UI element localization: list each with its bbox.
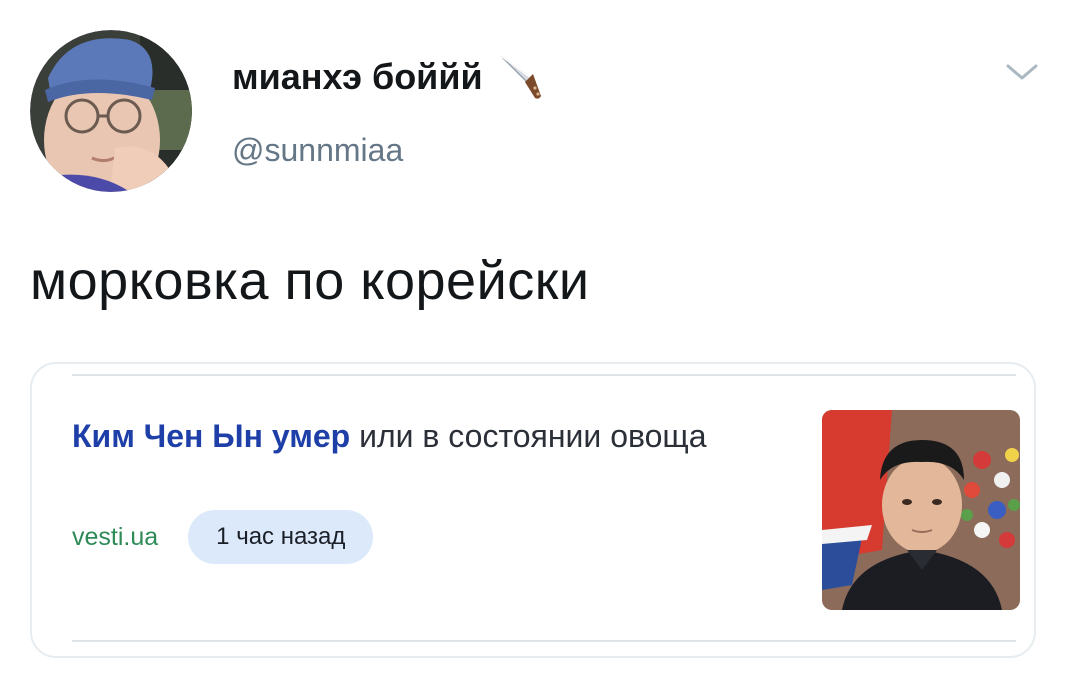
display-name[interactable]: мианхэ боййй bbox=[232, 52, 543, 102]
card-divider-top bbox=[72, 374, 1016, 376]
news-headline: Ким Чен Ын умер или в состоянии овоща bbox=[72, 414, 792, 458]
news-photo bbox=[822, 410, 1020, 610]
source-link[interactable]: vesti.ua bbox=[72, 523, 158, 552]
tweet-media-card[interactable]: Ким Чен Ын умер или в состоянии овоща ve… bbox=[30, 362, 1036, 658]
avatar[interactable] bbox=[30, 30, 192, 192]
username[interactable]: @sunnmiaa bbox=[232, 130, 403, 170]
source-row: vesti.ua 1 час назад bbox=[72, 510, 374, 564]
headline-link[interactable]: Ким Чен Ын умер bbox=[72, 418, 350, 454]
headline-rest: или в состоянии овоща bbox=[350, 418, 707, 454]
avatar-photo bbox=[30, 30, 192, 192]
tweet-text: морковка по корейски bbox=[30, 251, 590, 311]
chevron-down-icon[interactable] bbox=[1002, 56, 1042, 88]
card-divider-bottom bbox=[72, 640, 1016, 642]
display-name-text: мианхэ боййй bbox=[232, 56, 483, 97]
time-badge: 1 час назад bbox=[188, 510, 374, 564]
kitchen-knife-icon bbox=[497, 52, 543, 102]
news-thumbnail[interactable] bbox=[822, 410, 1020, 610]
